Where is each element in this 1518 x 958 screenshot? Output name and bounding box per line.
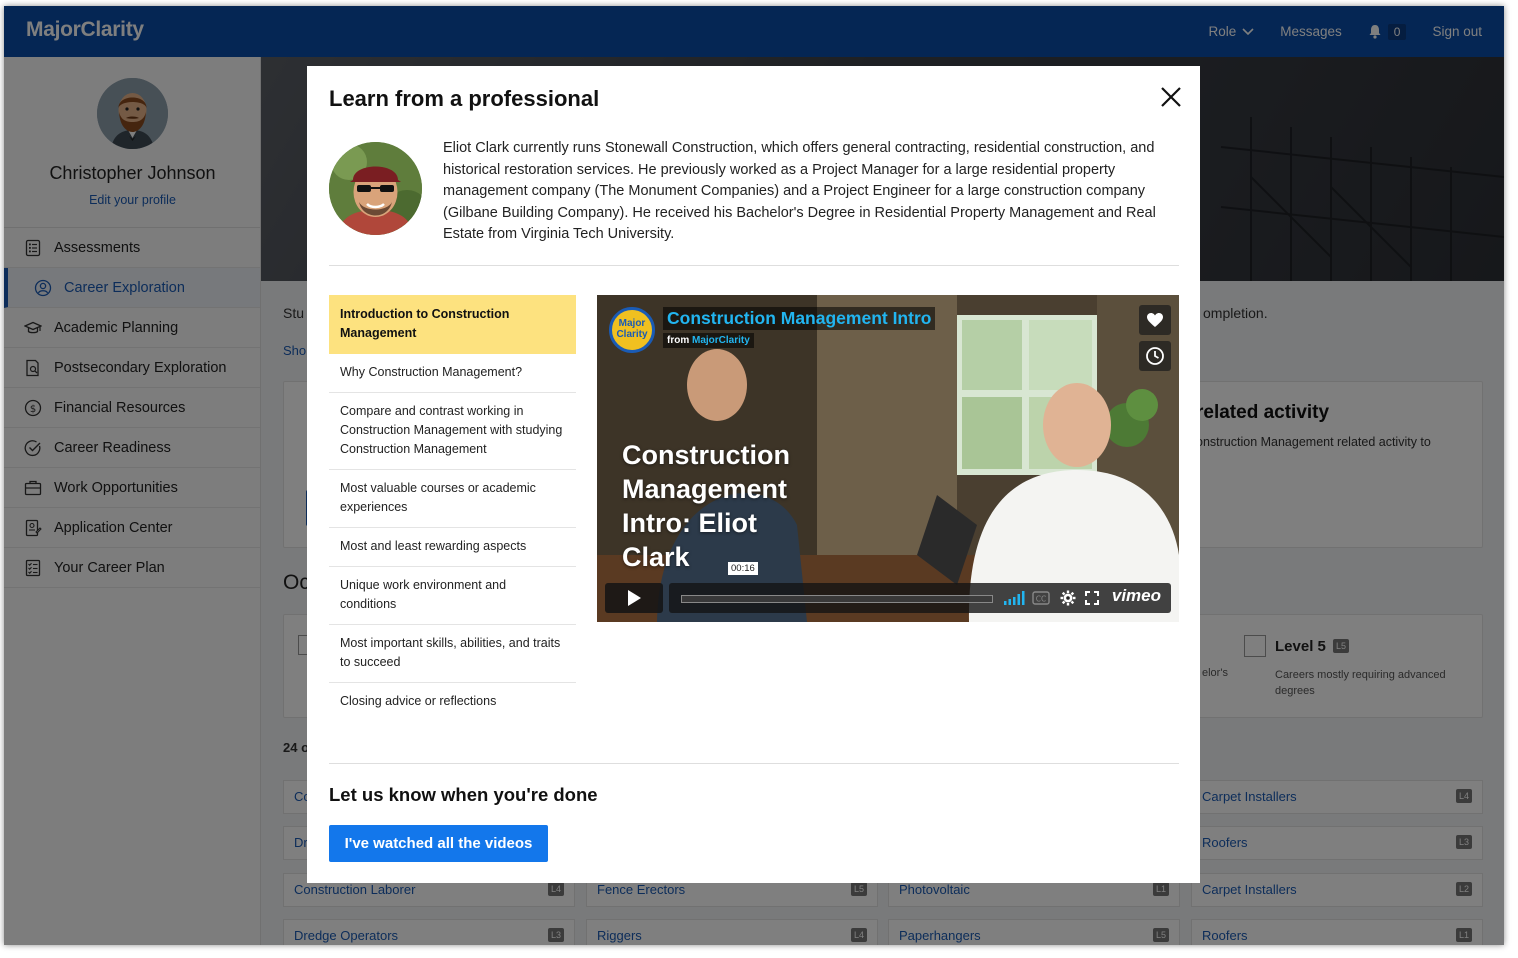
video-timestamp: 00:16: [728, 562, 758, 575]
professional-photo: [329, 142, 422, 235]
settings-button[interactable]: [1060, 589, 1076, 607]
video-title[interactable]: Construction Management Intro: [663, 307, 936, 330]
captions-button[interactable]: CC: [1032, 589, 1050, 607]
close-icon: [1161, 87, 1181, 107]
topic-item-important-skills[interactable]: Most important skills, abilities, and tr…: [329, 625, 576, 683]
like-button[interactable]: [1139, 305, 1171, 335]
video-logo-text: Major Clarity: [616, 318, 648, 340]
topic-item-valuable-courses[interactable]: Most valuable courses or academic experi…: [329, 470, 576, 528]
heart-icon: [1147, 313, 1163, 327]
app-window: MajorClarity Role Messages 0 Sign out: [4, 6, 1504, 945]
professional-bio: Eliot Clark currently runs Stonewall Con…: [443, 140, 1156, 242]
gear-icon: [1060, 590, 1076, 606]
captions-icon: CC: [1032, 591, 1050, 605]
volume-control[interactable]: [1003, 589, 1025, 607]
video-control-bar: 00:16 CC vimeo: [669, 562, 1171, 613]
fullscreen-button[interactable]: [1085, 589, 1099, 607]
video-overlay-title: Construction Management Intro: Eliot Cla…: [622, 440, 790, 572]
topic-item-introduction[interactable]: Introduction to Construction Management: [329, 295, 576, 354]
play-icon: [628, 590, 641, 606]
divider: [329, 265, 1179, 266]
video-player[interactable]: Major Clarity Construction Management In…: [597, 295, 1179, 622]
topic-item-why[interactable]: Why Construction Management?: [329, 354, 576, 393]
video-progress-bar[interactable]: [681, 595, 993, 603]
topic-item-rewarding-aspects[interactable]: Most and least rewarding aspects: [329, 528, 576, 567]
modal-title: Learn from a professional: [329, 86, 600, 111]
divider: [329, 763, 1179, 764]
topic-item-closing-advice[interactable]: Closing advice or reflections: [329, 683, 576, 721]
topic-item-work-environment[interactable]: Unique work environment and conditions: [329, 567, 576, 625]
learn-from-professional-modal: Learn from a professional Eliot Clark cu…: [307, 66, 1200, 883]
video-topic-list: Introduction to Construction Management …: [329, 295, 576, 721]
topic-item-compare-contrast[interactable]: Compare and contrast working in Construc…: [329, 393, 576, 470]
svg-text:CC: CC: [1036, 595, 1046, 604]
fullscreen-icon: [1085, 591, 1099, 605]
video-channel-link[interactable]: MajorClarity: [692, 335, 750, 346]
close-button[interactable]: [1158, 84, 1184, 110]
clock-icon: [1146, 347, 1164, 365]
done-heading: Let us know when you're done: [329, 784, 598, 805]
watch-later-button[interactable]: [1139, 341, 1171, 371]
vimeo-logo[interactable]: vimeo: [1112, 586, 1161, 606]
video-controls: 00:16 CC vimeo: [605, 562, 1171, 613]
video-from-prefix: from: [667, 335, 690, 346]
watched-all-videos-button[interactable]: I've watched all the videos: [329, 825, 548, 862]
majorclarity-video-logo: Major Clarity: [609, 307, 655, 353]
volume-bars-icon: [1004, 591, 1025, 605]
play-button[interactable]: [605, 583, 663, 613]
video-from-label: from MajorClarity: [663, 333, 754, 348]
